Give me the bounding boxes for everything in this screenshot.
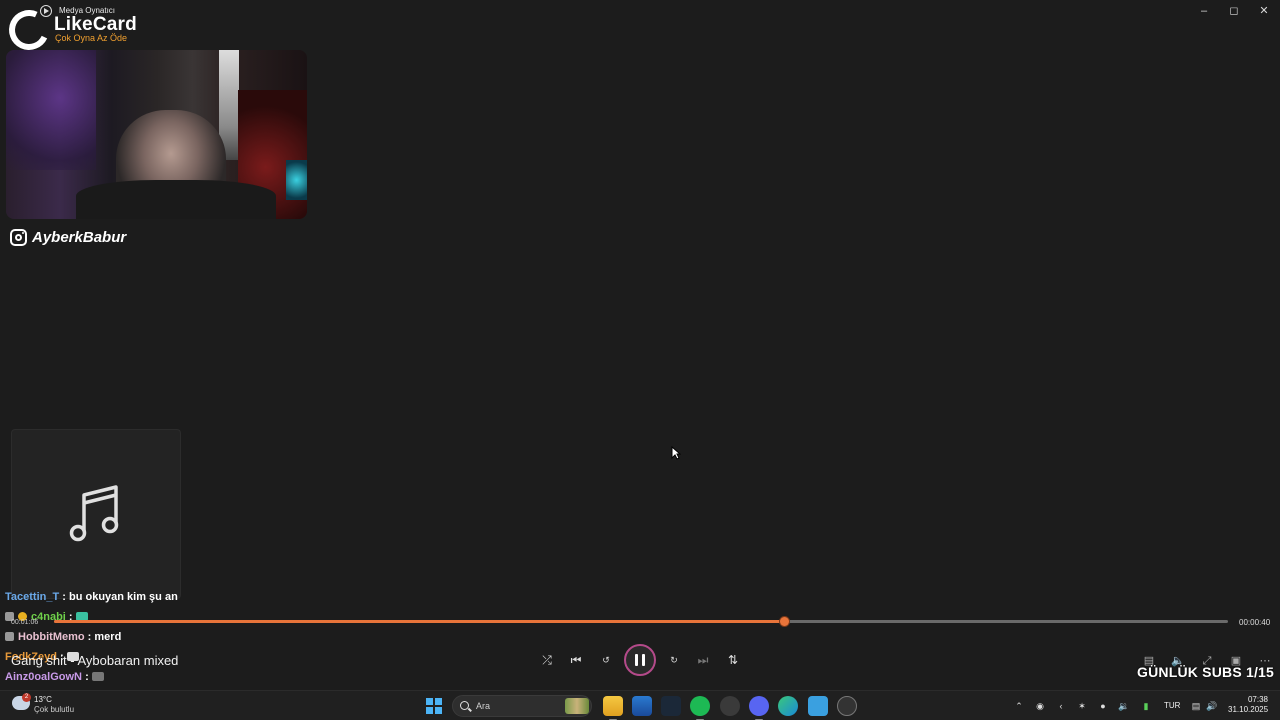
emote-icon (91, 672, 104, 681)
chat-message: Tacettin_T : bu okuyan kim şu an (5, 591, 178, 603)
pause-button[interactable] (624, 644, 656, 676)
spotify-icon[interactable] (690, 696, 710, 720)
forward-30-icon[interactable]: ↻ (664, 650, 684, 670)
chrome-icon[interactable] (720, 696, 740, 716)
minimize-button[interactable]: – (1192, 2, 1216, 20)
title-bar: Medya Oynatıcı – ◻ ✕ (0, 0, 1280, 22)
microphone-icon[interactable]: ▮ (1139, 699, 1153, 713)
network-icon[interactable]: ▤ (1189, 699, 1203, 713)
chat-user: Ainz0oalGowN (5, 671, 83, 683)
volume-tray-icon[interactable]: 🔊 (1205, 699, 1219, 713)
music-note-icon (69, 485, 119, 542)
taskbar-search[interactable]: Ara (452, 695, 592, 717)
weather-desc[interactable]: Çok bulutlu (34, 705, 74, 714)
notepad-icon[interactable] (808, 696, 828, 716)
clock-date: 31.10.2025 (1228, 705, 1269, 714)
instagram-icon (10, 228, 27, 246)
seek-thumb[interactable] (780, 617, 790, 626)
previous-icon[interactable]: ⏮ (566, 650, 586, 670)
tray-app-icon[interactable]: ✶ (1075, 699, 1089, 713)
edge-icon[interactable] (778, 696, 798, 716)
badge-icon (5, 632, 14, 641)
close-button[interactable]: ✕ (1252, 2, 1276, 20)
steam-tray-icon[interactable]: ● (1096, 699, 1110, 713)
repeat-off-icon[interactable]: ⇅ (723, 650, 743, 670)
taskbar: 2 13°C Çok bulutlu Ara ⌃ ◉ ‹ ✶ ● 🔉 ▮ TUR… (0, 690, 1280, 720)
pause-icon (635, 654, 638, 666)
clock[interactable]: 07:38 31.10.2025 (1228, 695, 1268, 715)
chat-text: : merd (87, 631, 122, 643)
chat-message: HobbitMemo : merd (5, 631, 121, 643)
webcam-feed (6, 50, 307, 219)
weather-temp[interactable]: 13°C (34, 695, 52, 704)
next-icon[interactable]: ⏭ (693, 650, 713, 670)
file-explorer-icon[interactable] (603, 696, 623, 720)
seek-bar-fill (54, 620, 785, 623)
daily-subs-counter: GÜNLÜK SUBS 1/15 (1137, 664, 1275, 680)
photos-icon[interactable] (632, 696, 652, 716)
search-icon (460, 701, 469, 710)
song-title: Gang shit - Aybobaran mixed (11, 653, 179, 668)
elapsed-time: 00:01:06 (11, 619, 39, 626)
duration-time: 00:00:40 (1239, 618, 1271, 627)
search-highlight-image (565, 698, 589, 714)
album-art (11, 429, 181, 599)
instagram-handle: AyberkBabur (10, 228, 126, 246)
search-placeholder: Ara (476, 701, 491, 711)
chat-user: HobbitMemo (18, 631, 85, 643)
rewind-10-icon[interactable]: ↺ (596, 650, 616, 670)
shuffle-icon[interactable]: ⤮ (537, 650, 557, 670)
maximize-button[interactable]: ◻ (1222, 2, 1246, 20)
chat-text: : bu okuyan kim şu an (62, 591, 178, 603)
weather-badge: 2 (22, 693, 31, 702)
seek-bar[interactable] (54, 617, 1228, 626)
tray-app-icon[interactable]: ‹ (1054, 699, 1068, 713)
chat-text: : (85, 671, 89, 683)
chat-message: Ainz0oalGowN : (5, 671, 108, 683)
speaker-tray-icon[interactable]: 🔉 (1117, 699, 1131, 713)
instagram-name: AyberkBabur (32, 228, 127, 246)
start-button[interactable] (426, 698, 442, 714)
mouse-cursor-icon (671, 446, 681, 460)
chat-user: Tacettin_T (5, 591, 60, 603)
logo-tagline: Çok Oyna Az Öde (55, 33, 128, 43)
media-player-taskbar-icon[interactable] (837, 696, 857, 716)
steam-icon[interactable] (661, 696, 681, 716)
tray-app-icon[interactable]: ◉ (1033, 699, 1047, 713)
discord-icon[interactable] (749, 696, 769, 720)
show-hidden-icons-icon[interactable]: ⌃ (1012, 699, 1026, 713)
clock-time: 07:38 (1247, 695, 1268, 704)
input-language[interactable]: TUR (1164, 701, 1180, 710)
